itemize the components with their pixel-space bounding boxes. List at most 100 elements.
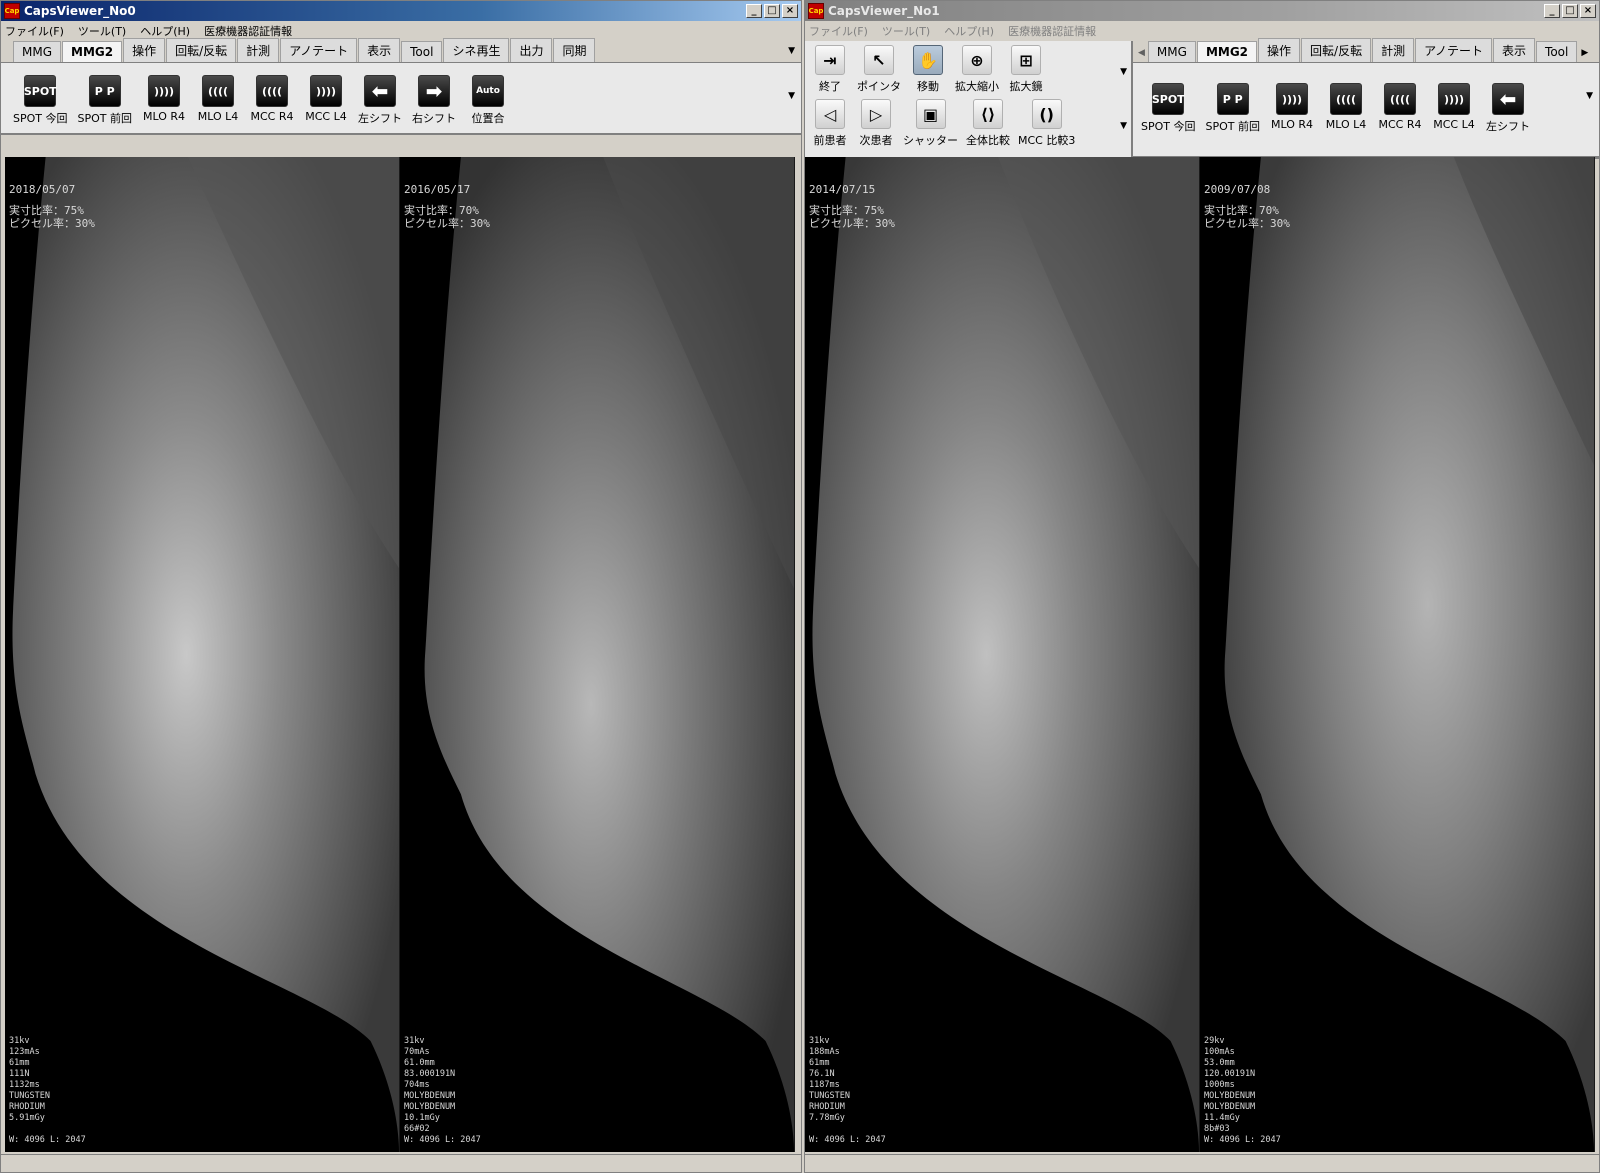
image-viewport[interactable]: 2018/05/07 実寸比率：75% ピクセル率：30% 31kv 123mA…	[5, 157, 795, 1152]
chevron-down-icon[interactable]: ▼	[788, 91, 795, 101]
exit-button[interactable]: ⇥ 終了	[811, 45, 849, 99]
menu-file[interactable]: ファイル(F)	[809, 23, 868, 39]
exit-icon: ⇥	[815, 45, 845, 75]
minimize-button[interactable]: _	[1544, 4, 1560, 18]
arrow-left-icon: ⬅	[1492, 83, 1524, 115]
shift-left-button[interactable]: ⬅ 左シフト	[1486, 83, 1530, 134]
auto-align-button[interactable]: Auto 位置合	[466, 75, 510, 126]
full-compare-button[interactable]: ⟨⟩ 全体比較	[966, 99, 1010, 153]
mlo-l4-icon: ((((	[1330, 83, 1362, 115]
mlo-l4-icon: ((((	[202, 75, 234, 107]
shift-right-button[interactable]: ➡ 右シフト	[412, 75, 456, 126]
menu-certification[interactable]: 医療機器認証情報	[1008, 23, 1096, 39]
menu-tools[interactable]: ツール(T)	[882, 23, 930, 39]
mlo-l4-button[interactable]: (((( MLO L4	[1324, 83, 1368, 131]
viewer-window-0: Cap CapsViewer_No0 _ □ × ファイル(F) ツール(T) …	[0, 0, 802, 1173]
zoom-button[interactable]: ⊕ 拡大縮小	[955, 45, 999, 99]
image-viewport[interactable]: 2014/07/15 実寸比率：75% ピクセル率：30% 31kv 188mA…	[805, 157, 1595, 1152]
scroll-right-icon[interactable]: ▶	[1578, 44, 1591, 62]
tab-operation[interactable]: 操作	[123, 38, 166, 62]
ribbon-tabs: ◀ MMG MMG2 操作 回転/反転 計測 アノテート 表示 Tool ▶	[1133, 38, 1599, 63]
shift-left-button[interactable]: ⬅ 左シフト	[358, 75, 402, 126]
next-patient-button[interactable]: ▷ 次患者	[857, 99, 895, 153]
tab-measure[interactable]: 計測	[237, 38, 280, 62]
status-bar	[805, 1154, 1599, 1172]
tab-display[interactable]: 表示	[358, 38, 401, 62]
close-button[interactable]: ×	[1580, 4, 1596, 18]
menu-file[interactable]: ファイル(F)	[5, 23, 64, 39]
tab-rotate-flip[interactable]: 回転/反転	[166, 38, 237, 62]
mcc-r4-button[interactable]: (((( MCC R4	[250, 75, 294, 123]
minimize-button[interactable]: _	[746, 4, 762, 18]
ribbon: ◀ MMG MMG2 操作 回転/反転 計測 アノテート 表示 Tool ▶ S…	[1133, 38, 1599, 158]
menu-tools[interactable]: ツール(T)	[78, 23, 126, 39]
toolbar-area: ⇥ 終了 ↖ ポインタ ✋ 移動 ⊕ 拡大縮小 ⊞ 拡大鏡 ◁ 前患者 ▷ 次患…	[805, 38, 1599, 159]
spot-previous-button[interactable]: P P SPOT 前回	[1206, 83, 1260, 134]
hand-icon: ✋	[913, 45, 943, 75]
tab-tool[interactable]: Tool	[1536, 41, 1578, 62]
mcc-r4-button[interactable]: (((( MCC R4	[1378, 83, 1422, 131]
mammogram-panel[interactable]: 2018/05/07 実寸比率：75% ピクセル率：30% 31kv 123mA…	[5, 157, 400, 1152]
mammogram-image	[12, 157, 399, 1152]
tab-mmg[interactable]: MMG	[1147, 41, 1196, 62]
exposure-info: 31kv 70mAs 61.0mm 83.000191N 704ms MOLYB…	[404, 1036, 481, 1145]
shutter-button[interactable]: ▣ シャッター	[903, 99, 958, 153]
exposure-info: 31kv 188mAs 61mm 76.1N 1187ms TUNGSTEN R…	[809, 1036, 886, 1145]
person-right-icon: ▷	[861, 99, 891, 129]
spot-current-button[interactable]: SPOT SPOT 今回	[1141, 83, 1196, 134]
mammogram-image	[812, 157, 1199, 1152]
mammogram-image	[1224, 157, 1594, 1152]
spot-icon: SPOT	[1152, 83, 1185, 115]
mammogram-panel[interactable]: 2014/07/15 実寸比率：75% ピクセル率：30% 31kv 188mA…	[805, 157, 1200, 1152]
maximize-button[interactable]: □	[1562, 4, 1578, 18]
mcc-l4-icon: ))))	[310, 75, 342, 107]
pointer-button[interactable]: ↖ ポインタ	[857, 45, 901, 99]
arrow-left-icon: ⬅	[364, 75, 396, 107]
mammogram-panel[interactable]: 2009/07/08 実寸比率：70% ピクセル率：30% 29kv 100mA…	[1200, 157, 1595, 1152]
chevron-down-icon[interactable]: ▼	[1120, 67, 1127, 77]
previous-patient-button[interactable]: ◁ 前患者	[811, 99, 849, 153]
menu-help[interactable]: ヘルプ(H)	[944, 23, 994, 39]
tab-cine[interactable]: シネ再生	[443, 38, 510, 62]
mammogram-panel[interactable]: 2016/05/17 実寸比率：70% ピクセル率：30% 31kv 70mAs…	[400, 157, 795, 1152]
person-left-icon: ◁	[815, 99, 845, 129]
mcc-l4-button[interactable]: )))) MCC L4	[304, 75, 348, 123]
tab-mmg[interactable]: MMG	[13, 41, 62, 62]
chevron-down-icon[interactable]: ▼	[1586, 91, 1593, 101]
tab-mmg2[interactable]: MMG2	[1196, 41, 1258, 62]
shutter-icon: ▣	[915, 99, 946, 129]
magnifier-button[interactable]: ⊞ 拡大鏡	[1007, 45, 1045, 99]
chevron-down-icon[interactable]: ▼	[1120, 121, 1127, 131]
close-button[interactable]: ×	[782, 4, 798, 18]
tab-output[interactable]: 出力	[510, 38, 553, 62]
title-bar[interactable]: Cap CapsViewer_No0 _ □ ×	[1, 1, 801, 21]
mcc-r4-icon: ((((	[1384, 83, 1416, 115]
pan-button[interactable]: ✋ 移動	[909, 45, 947, 99]
mlo-r4-button[interactable]: )))) MLO R4	[1270, 83, 1314, 131]
mlo-l4-button[interactable]: (((( MLO L4	[196, 75, 240, 123]
mlo-r4-button[interactable]: )))) MLO R4	[142, 75, 186, 123]
tab-operation[interactable]: 操作	[1258, 38, 1301, 62]
image-info-top: 2014/07/15 実寸比率：75% ピクセル率：30%	[809, 183, 895, 230]
mcc-compare-button[interactable]: () MCC 比較3	[1018, 99, 1075, 153]
menu-certification[interactable]: 医療機器認証情報	[204, 23, 292, 39]
spot-previous-button[interactable]: P P SPOT 前回	[78, 75, 132, 126]
maximize-button[interactable]: □	[764, 4, 780, 18]
tab-display[interactable]: 表示	[1493, 38, 1536, 62]
tab-rotate-flip[interactable]: 回転/反転	[1301, 38, 1372, 62]
mmg2-toolbar: SPOT SPOT 今回 P P SPOT 前回 )))) MLO R4 (((…	[1, 63, 801, 135]
tab-tool[interactable]: Tool	[401, 41, 443, 62]
exposure-info: 31kv 123mAs 61mm 111N 1132ms TUNGSTEN RH…	[9, 1036, 86, 1145]
tab-sync[interactable]: 同期	[553, 38, 596, 62]
mcc-l4-button[interactable]: )))) MCC L4	[1432, 83, 1476, 131]
tab-annotate[interactable]: アノテート	[280, 38, 358, 62]
tab-measure[interactable]: 計測	[1372, 38, 1415, 62]
chevron-down-icon[interactable]: ▼	[788, 46, 795, 56]
menu-help[interactable]: ヘルプ(H)	[140, 23, 190, 39]
title-bar[interactable]: Cap CapsViewer_No1 _ □ ×	[805, 1, 1599, 21]
tab-mmg2[interactable]: MMG2	[62, 41, 123, 62]
scroll-left-icon[interactable]: ◀	[1135, 44, 1148, 62]
spot-current-button[interactable]: SPOT SPOT 今回	[13, 75, 68, 126]
tab-annotate[interactable]: アノテート	[1415, 38, 1493, 62]
spot-p-icon: P P	[1216, 83, 1249, 115]
